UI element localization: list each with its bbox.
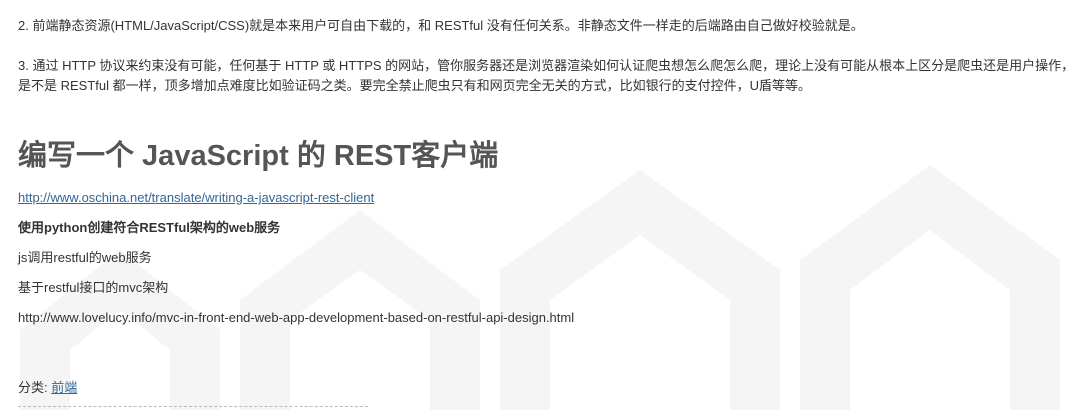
rest-client-link[interactable]: http://www.oschina.net/translate/writing…	[18, 190, 374, 205]
category-line: 分类: 前端	[18, 378, 77, 398]
mvc-restful-line: 基于restful接口的mvc架构	[18, 280, 169, 295]
paragraph-3-line-2: 是不是 RESTful 都一样，顶多增加点难度比如验证码之类。要完全禁止爬虫只有…	[18, 78, 812, 93]
paragraph-3: 3. 通过 HTTP 协议来约束没有可能，任何基于 HTTP 或 HTTPS 的…	[18, 56, 1078, 96]
paragraph-3-line-1: 3. 通过 HTTP 协议来约束没有可能，任何基于 HTTP 或 HTTPS 的…	[18, 58, 1075, 73]
paragraph-2: 2. 前端静态资源(HTML/JavaScript/CSS)就是本来用户可自由下…	[18, 18, 864, 33]
lovelucy-url-line: http://www.lovelucy.info/mvc-in-front-en…	[18, 310, 575, 325]
category-label: 分类:	[18, 380, 52, 395]
dashed-divider	[18, 406, 368, 407]
js-restful-line: js调用restful的web服务	[18, 250, 152, 265]
link-line: http://www.oschina.net/translate/writing…	[18, 188, 374, 208]
python-restful-title: 使用python创建符合RESTful架构的web服务	[18, 220, 281, 235]
category-link[interactable]: 前端	[51, 380, 77, 395]
section-heading: 编写一个 JavaScript 的 REST客户端	[18, 140, 499, 172]
